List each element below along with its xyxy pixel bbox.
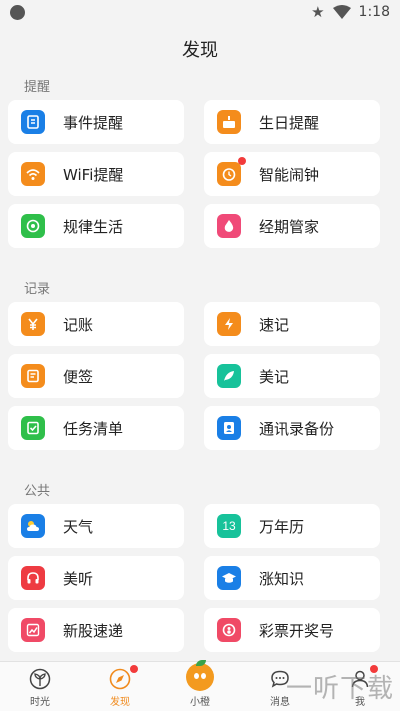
alarm-clock-icon: [217, 157, 246, 186]
contacts-icon: [217, 416, 241, 440]
card-label: 规律生活: [63, 217, 124, 236]
money-icon: [21, 312, 45, 336]
card-label: 天气: [63, 517, 94, 536]
stock-chart-icon: [21, 618, 45, 642]
card-label: 万年历: [259, 517, 305, 536]
calendar-icon-date: 13: [222, 519, 236, 533]
card-label: 彩票开奖号: [259, 621, 335, 640]
card-label: 速记: [259, 315, 290, 334]
card-smart-alarm[interactable]: 智能闹钟: [204, 152, 380, 196]
tab-label: 小橙: [190, 697, 210, 708]
compass-icon: [108, 665, 138, 691]
card-label: 新股速递: [63, 621, 124, 640]
card-label: 经期管家: [259, 217, 320, 236]
watermark: 一听下载: [285, 674, 394, 704]
card-knowledge[interactable]: 涨知识: [204, 556, 380, 600]
card-beauty-note[interactable]: 美记: [204, 354, 380, 398]
tab-time[interactable]: 时光: [0, 662, 80, 711]
card-wifi-reminder[interactable]: WiFi提醒: [8, 152, 184, 196]
card-quick-note[interactable]: 速记: [204, 302, 380, 346]
feather-icon: [217, 364, 241, 388]
status-icons: ★ 1:18: [311, 4, 390, 20]
star-icon: ★: [311, 2, 325, 21]
card-event-reminder[interactable]: 事件提醒: [8, 100, 184, 144]
card-lottery[interactable]: 彩票开奖号: [204, 608, 380, 652]
card-contacts-backup[interactable]: 通讯录备份: [204, 406, 380, 450]
target-icon: [21, 214, 45, 238]
card-label: 美听: [63, 569, 94, 588]
tab-discover[interactable]: 发现: [80, 662, 160, 711]
card-regular-life[interactable]: 规律生活: [8, 204, 184, 248]
section-label-reminders: 提醒: [24, 80, 51, 95]
card-sticky-note[interactable]: 便签: [8, 354, 184, 398]
notification-icon: [10, 5, 25, 20]
notification-badge: [238, 157, 246, 165]
tab-xiaocheng[interactable]: 小橙: [160, 660, 240, 711]
page-title: 发现: [182, 40, 218, 61]
event-reminder-icon: [21, 110, 45, 134]
card-period-manager[interactable]: 经期管家: [204, 204, 380, 248]
card-label: 记账: [63, 315, 94, 334]
wifi-icon: [21, 162, 45, 186]
note-icon: [21, 364, 45, 388]
status-bar: ★ 1:18: [0, 0, 400, 26]
status-time: 1:18: [358, 4, 390, 20]
tab-label: 时光: [30, 697, 50, 708]
cake-icon: [217, 110, 241, 134]
lightning-note-icon: [217, 312, 241, 336]
drop-icon: [217, 214, 241, 238]
card-listen[interactable]: 美听: [8, 556, 184, 600]
weather-icon: [21, 514, 45, 538]
card-label: 通讯录备份: [259, 419, 335, 438]
card-weather[interactable]: 天气: [8, 504, 184, 548]
graduation-cap-icon: [217, 566, 241, 590]
calendar-icon: 13: [217, 514, 241, 538]
wifi-signal-icon: [332, 5, 351, 19]
tab-label: 发现: [110, 697, 130, 708]
orange-mascot-icon: [186, 660, 214, 691]
card-calendar[interactable]: 13 万年历: [204, 504, 380, 548]
card-label: 任务清单: [63, 419, 124, 438]
card-label: 涨知识: [259, 569, 305, 588]
headphones-icon: [21, 566, 45, 590]
section-label-public: 公共: [24, 484, 51, 499]
card-label: 智能闹钟: [259, 165, 320, 184]
card-label: 生日提醒: [259, 113, 320, 132]
card-birthday-reminder[interactable]: 生日提醒: [204, 100, 380, 144]
notification-badge: [130, 665, 138, 673]
sprout-icon: [28, 667, 52, 691]
card-new-stock[interactable]: 新股速递: [8, 608, 184, 652]
card-label: 美记: [259, 367, 290, 386]
card-label: WiFi提醒: [63, 165, 124, 184]
section-label-records: 记录: [24, 282, 51, 297]
checklist-icon: [21, 416, 45, 440]
lottery-ball-icon: [217, 618, 241, 642]
card-label: 事件提醒: [63, 113, 124, 132]
card-accounting[interactable]: 记账: [8, 302, 184, 346]
card-task-list[interactable]: 任务清单: [8, 406, 184, 450]
card-label: 便签: [63, 367, 94, 386]
